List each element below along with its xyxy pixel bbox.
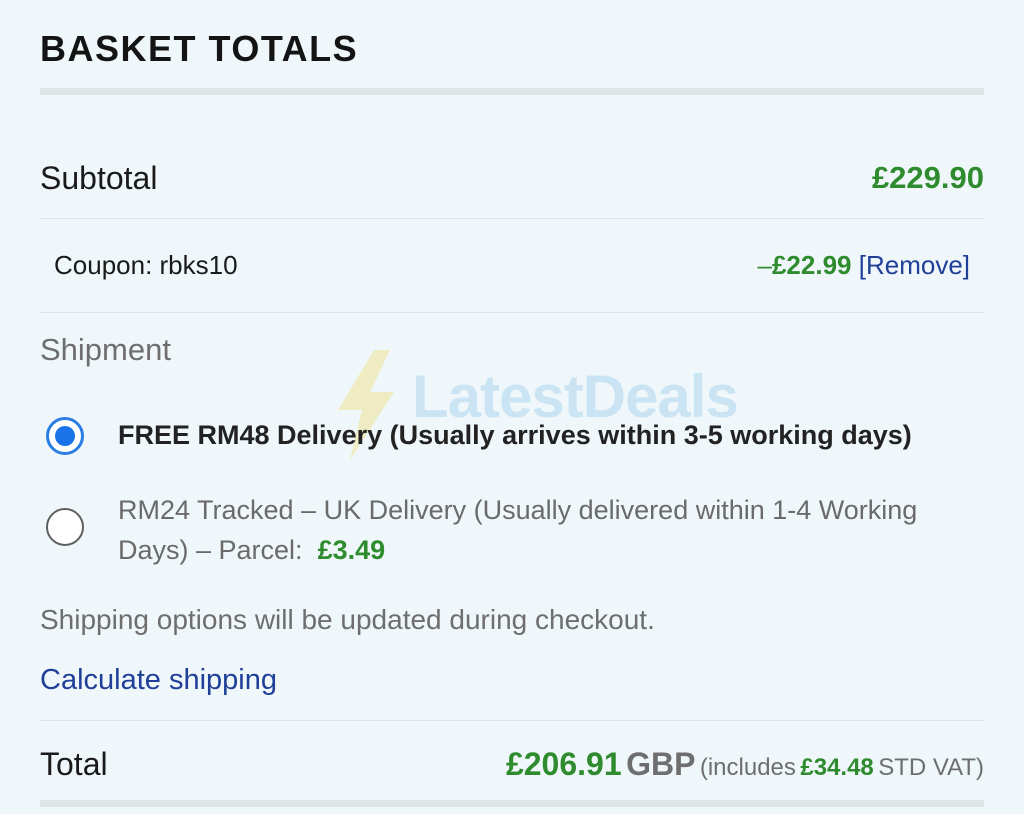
shipping-option-free-rm48-label[interactable]: FREE RM48 Delivery (Usually arrives with… [118,420,912,451]
divider [40,218,984,219]
coupon-amount: £22.99 [771,250,852,280]
total-currency: GBP [626,746,696,782]
page-title: BASKET TOTALS [40,28,359,69]
shipping-option-rm24-label[interactable]: RM24 Tracked – UK Delivery (Usually deli… [118,490,958,570]
vat-prefix: (includes [699,754,796,781]
coupon-discount: –£22.99 [Remove] [758,250,971,281]
vat-suffix: STD VAT) [878,754,984,781]
total-label: Total [40,746,108,782]
coupon-minus: – [757,250,772,280]
divider [40,312,984,313]
coupon-row: Coupon: rbks10 –£22.99 [Remove] [54,250,970,286]
total-value: £206.91 GBP (includes £34.48 STD VAT) [506,746,984,783]
total-amount: £206.91 [505,746,622,782]
vat-amount: £34.48 [800,754,874,781]
shipment-heading: Shipment [40,332,171,367]
basket-totals-panel: BASKET TOTALS Subtotal £229.90 Coupon: r… [40,0,984,814]
subtotal-label: Subtotal [40,160,158,196]
title-divider [40,88,984,95]
divider [40,720,984,721]
remove-coupon-link[interactable]: [Remove] [859,250,970,280]
shipping-option-rm24-price: £3.49 [317,535,386,565]
shipping-note: Shipping options will be updated during … [40,604,655,635]
shipping-option-rm24-text: RM24 Tracked – UK Delivery (Usually deli… [118,495,918,565]
shipping-option-free-rm48-radio[interactable] [46,417,84,455]
coupon-label: Coupon: rbks10 [54,250,238,280]
calculate-shipping-link[interactable]: Calculate shipping [40,664,277,697]
subtotal-value: £229.90 [871,160,984,195]
bottom-divider [40,800,984,807]
shipping-option-rm24-radio[interactable] [46,508,84,546]
